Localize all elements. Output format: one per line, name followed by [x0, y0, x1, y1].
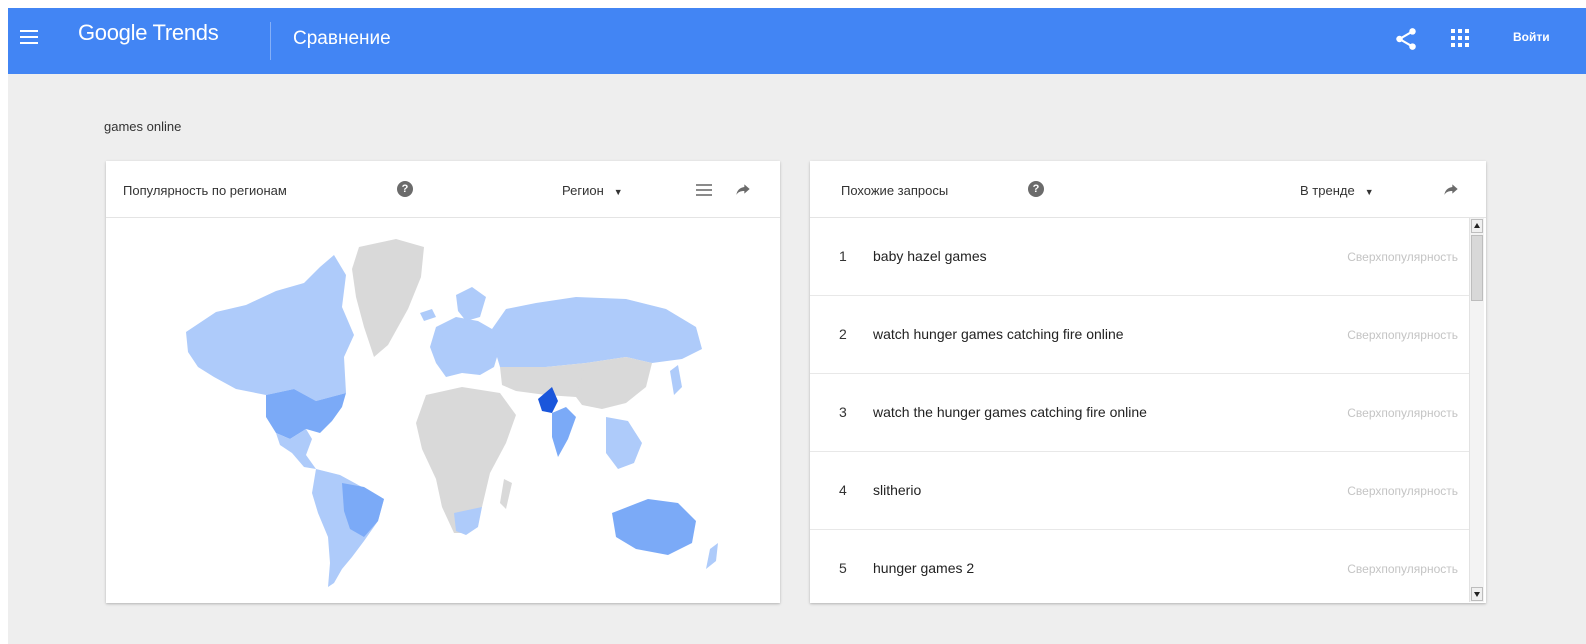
list-item[interactable]: 3 watch the hunger games catching fire o…: [810, 374, 1470, 452]
map-region-japan: [670, 365, 682, 395]
query-term[interactable]: slitherio: [873, 482, 921, 498]
header-divider: [270, 22, 271, 60]
rank-number: 2: [839, 326, 847, 342]
list-item[interactable]: 2 watch hunger games catching fire onlin…: [810, 296, 1470, 374]
top-app-bar: Google Trends Сравнение Войти: [8, 8, 1586, 74]
share-icon[interactable]: [1393, 26, 1419, 52]
trend-value: Сверхпопулярность: [1347, 250, 1458, 264]
rank-number: 1: [839, 248, 847, 264]
trend-value: Сверхпопулярность: [1347, 562, 1458, 576]
list-item[interactable]: 1 baby hazel games Сверхпопулярность: [810, 218, 1470, 296]
vertical-scrollbar[interactable]: [1469, 218, 1484, 602]
region-dropdown[interactable]: Регион ▼: [562, 183, 623, 198]
map-region-china: [576, 357, 652, 409]
dropdown-label: Регион: [562, 183, 604, 198]
map-region-scandinavia: [456, 287, 486, 321]
menu-icon[interactable]: [20, 30, 38, 44]
map-region-australia: [612, 499, 696, 555]
page-title: Сравнение: [293, 28, 391, 49]
card-header: Похожие запросы ? В тренде ▼: [810, 161, 1486, 218]
dropdown-label: В тренде: [1300, 183, 1355, 198]
query-term[interactable]: watch hunger games catching fire online: [873, 326, 1124, 342]
card-title: Похожие запросы: [841, 183, 949, 198]
trend-value: Сверхпопулярность: [1347, 484, 1458, 498]
signin-button[interactable]: Войти: [1513, 30, 1550, 44]
rank-number: 3: [839, 404, 847, 420]
scroll-down-arrow-icon[interactable]: [1471, 587, 1483, 601]
query-term[interactable]: baby hazel games: [873, 248, 987, 264]
trend-value: Сверхпопулярность: [1347, 406, 1458, 420]
list-item[interactable]: 5 hunger games 2 Сверхпопулярность: [810, 530, 1470, 603]
query-term[interactable]: hunger games 2: [873, 560, 974, 576]
caret-down-icon: ▼: [613, 187, 623, 197]
help-icon[interactable]: ?: [397, 181, 413, 197]
regional-interest-card: Популярность по регионам ? Регион ▼: [106, 161, 780, 603]
rank-number: 5: [839, 560, 847, 576]
map-region-new-zealand: [706, 543, 718, 569]
map-region-canada: [186, 255, 354, 401]
forward-arrow-icon[interactable]: [734, 181, 752, 197]
map-region-greenland: [352, 239, 424, 357]
help-icon[interactable]: ?: [1028, 181, 1044, 197]
rank-number: 4: [839, 482, 847, 498]
map-region-iceland: [420, 309, 436, 321]
list-item[interactable]: 4 slitherio Сверхпопулярность: [810, 452, 1470, 530]
query-term[interactable]: watch the hunger games catching fire onl…: [873, 404, 1147, 420]
map-region-europe: [430, 317, 500, 377]
world-map[interactable]: [106, 217, 780, 603]
card-title: Популярность по регионам: [123, 183, 287, 198]
trend-value: Сверхпопулярность: [1347, 328, 1458, 342]
map-region-se-asia: [606, 417, 642, 469]
related-queries-card: Похожие запросы ? В тренде ▼ 1 baby hazel…: [810, 161, 1486, 603]
page-background: Google Trends Сравнение Войти games onli…: [8, 8, 1586, 644]
related-queries-list: 1 baby hazel games Сверхпопулярность 2 w…: [810, 218, 1470, 603]
forward-arrow-icon[interactable]: [1442, 181, 1460, 197]
scroll-up-arrow-icon[interactable]: [1471, 219, 1483, 233]
google-trends-logo[interactable]: Google Trends: [78, 20, 219, 46]
scrollbar-thumb[interactable]: [1471, 235, 1483, 301]
apps-grid-icon[interactable]: [1451, 29, 1469, 47]
query-label: games online: [104, 119, 182, 134]
map-region-madagascar: [500, 479, 512, 509]
map-region-india: [552, 407, 576, 457]
card-header: Популярность по регионам ? Регион ▼: [106, 161, 780, 218]
list-icon[interactable]: [696, 184, 712, 196]
caret-down-icon: ▼: [1364, 187, 1374, 197]
map-region-russia: [492, 297, 702, 369]
trend-dropdown[interactable]: В тренде ▼: [1300, 183, 1374, 198]
